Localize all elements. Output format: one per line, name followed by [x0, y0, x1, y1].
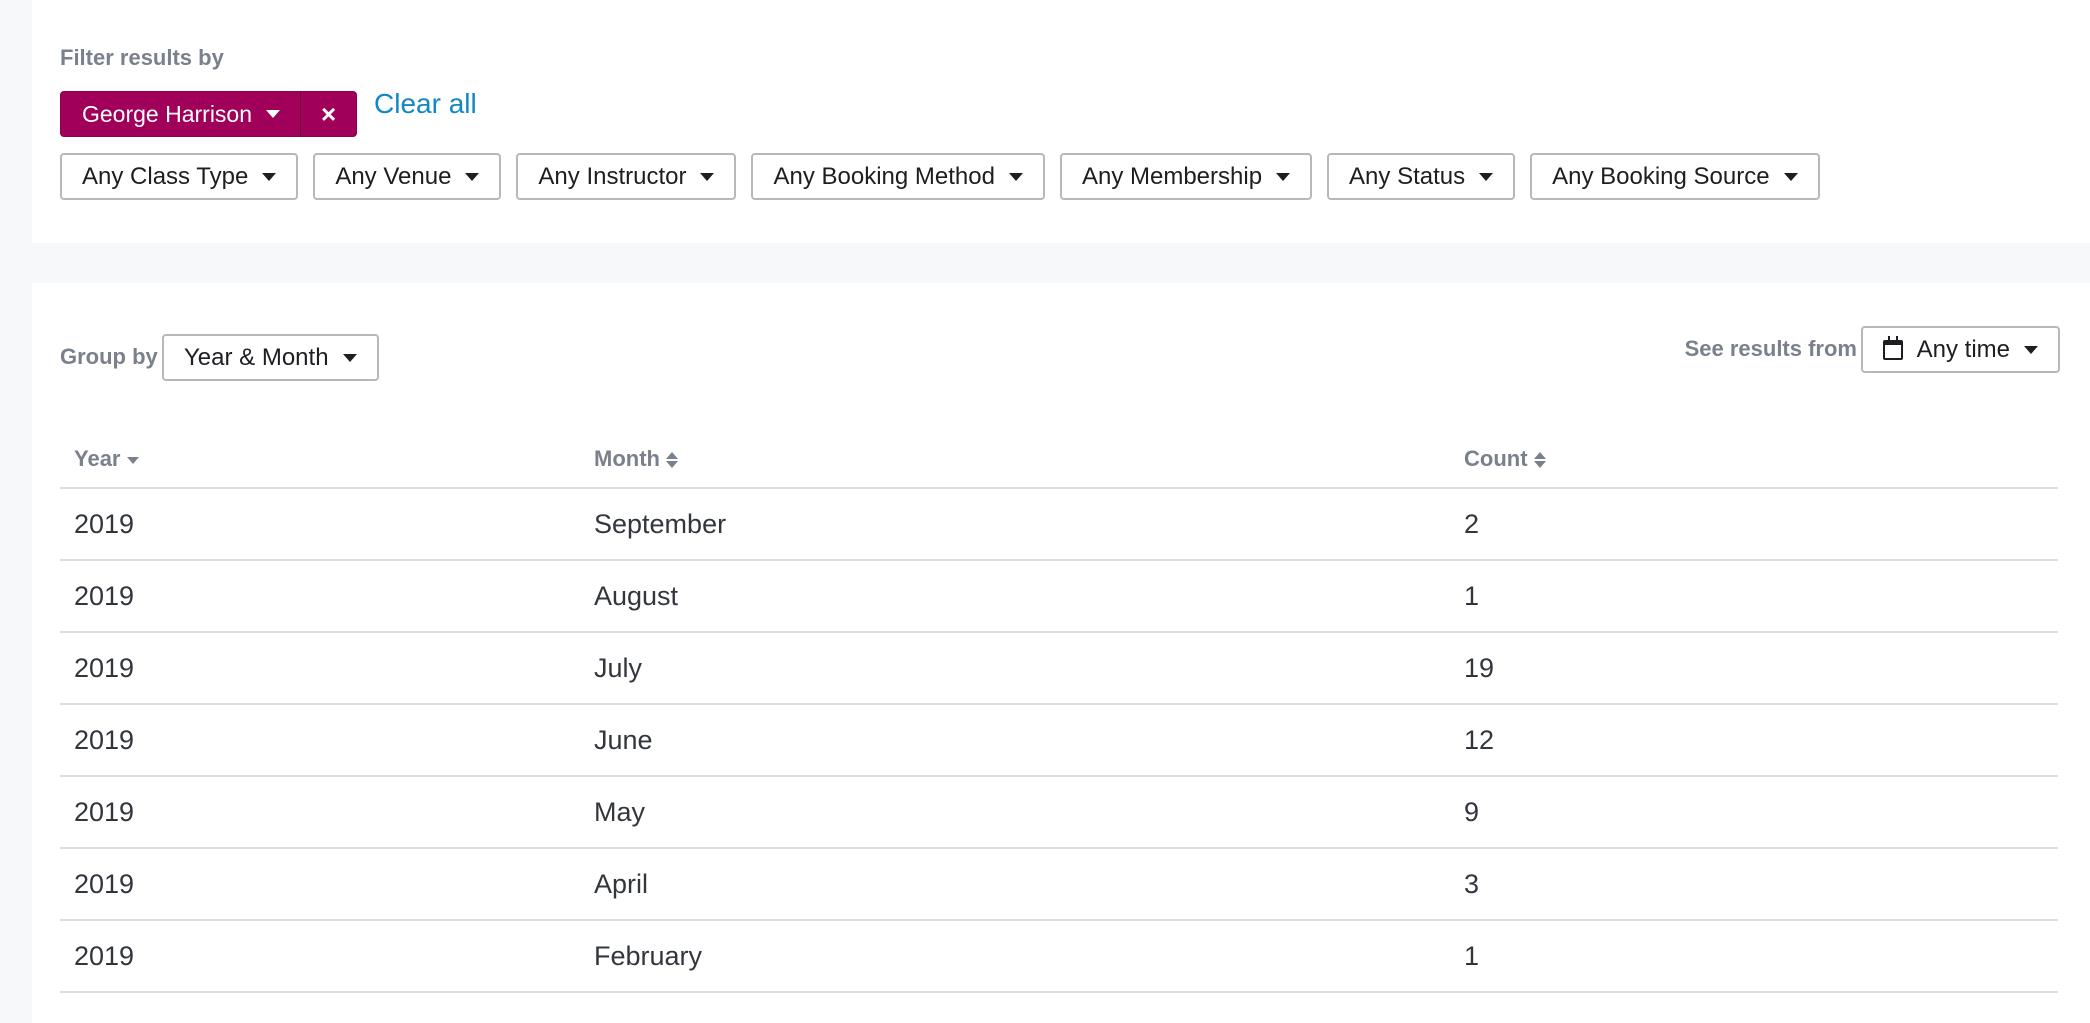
dropdown-label: Year & Month [184, 343, 329, 371]
dropdown-label: Any Instructor [538, 162, 687, 190]
cell-count: 3 [1450, 848, 2058, 921]
dropdown-label: Any Class Type [82, 162, 249, 190]
column-header-count[interactable]: Count [1450, 431, 2058, 489]
instructor-dropdown[interactable]: Any Instructor [516, 153, 737, 200]
cell-month: July [580, 632, 1450, 705]
cell-year: 2019 [60, 704, 580, 777]
table-row: 2019 June 12 [60, 704, 2058, 777]
cell-count: 1 [1450, 560, 2058, 633]
membership-dropdown[interactable]: Any Membership [1059, 153, 1313, 200]
cell-year: 2019 [60, 776, 580, 849]
cell-month: April [580, 848, 1450, 921]
caret-down-icon [2024, 345, 2038, 354]
cell-count: 2 [1450, 488, 2058, 561]
instructor-filter-dropdown[interactable]: George Harrison [61, 92, 302, 136]
header-label: Count [1464, 446, 1528, 471]
group-by-label: Group by [60, 344, 158, 369]
cell-year: 2019 [60, 632, 580, 705]
booking-method-dropdown[interactable]: Any Booking Method [751, 153, 1045, 200]
dropdown-label: Any time [1916, 335, 2010, 363]
header-label: Month [594, 446, 660, 471]
venue-dropdown[interactable]: Any Venue [313, 153, 502, 200]
column-header-year[interactable]: Year [60, 431, 580, 489]
dropdown-label: Any Booking Source [1552, 162, 1770, 190]
cell-count: 1 [1450, 920, 2058, 993]
dropdown-label: Any Venue [335, 162, 452, 190]
caret-down-icon [1479, 172, 1494, 181]
results-panel: Group by Year & Month See results from A… [32, 283, 2090, 1023]
caret-down-icon [1276, 172, 1291, 181]
cell-month: May [580, 776, 1450, 849]
cell-year: 2019 [60, 920, 580, 993]
table-row: 2019 February 1 [60, 920, 2058, 993]
calendar-icon [1882, 335, 1903, 360]
dropdown-label: Any Booking Method [773, 162, 995, 190]
clear-all-link[interactable]: Clear all [374, 88, 477, 120]
cell-month: June [580, 704, 1450, 777]
close-icon: × [320, 98, 337, 129]
table-row: 2019 May 9 [60, 776, 2058, 849]
cell-month: August [580, 560, 1450, 633]
cell-count: 9 [1450, 776, 2058, 849]
cell-month: September [580, 488, 1450, 561]
filters-panel: Filter results by George Harrison × Clea… [32, 0, 2090, 243]
table-header-row: Year Month Count [60, 431, 2058, 489]
caret-down-icon [465, 172, 480, 181]
caret-down-icon [262, 172, 277, 181]
cell-count: 12 [1450, 704, 2058, 777]
date-range-dropdown[interactable]: Any time [1860, 326, 2060, 373]
dropdown-label: Any Membership [1081, 162, 1263, 190]
header-label: Year [74, 446, 121, 471]
booking-source-dropdown[interactable]: Any Booking Source [1530, 153, 1820, 200]
results-table: Year Month Count 2019 September 2 2019 Augus… [60, 431, 2058, 993]
cell-month: February [580, 920, 1450, 993]
filter-dropdowns: Any Class Type Any Venue Any Instructor … [60, 153, 1820, 200]
filter-results-label: Filter results by [60, 45, 224, 70]
chip-label: George Harrison [82, 100, 253, 127]
caret-down-icon [1783, 172, 1798, 181]
dropdown-label: Any Status [1349, 162, 1466, 190]
table-body: 2019 September 2 2019 August 1 2019 July 19 2019 J… [60, 488, 2058, 993]
caret-down-icon [1008, 172, 1023, 181]
sort-descending-icon [126, 456, 139, 464]
cell-count: 19 [1450, 632, 2058, 705]
caret-down-icon [700, 172, 715, 181]
caret-down-icon [266, 110, 281, 118]
cell-year: 2019 [60, 488, 580, 561]
class-type-dropdown[interactable]: Any Class Type [60, 153, 299, 200]
active-filter-chip: George Harrison × [60, 91, 358, 137]
sort-icon [1533, 452, 1546, 469]
cell-year: 2019 [60, 848, 580, 921]
table-row: 2019 September 2 [60, 488, 2058, 561]
remove-filter-button[interactable]: × [301, 92, 356, 136]
caret-down-icon [342, 353, 357, 362]
cell-year: 2019 [60, 560, 580, 633]
table-row: 2019 July 19 [60, 632, 2058, 705]
see-results-from-label: See results from [1684, 336, 1857, 361]
status-dropdown[interactable]: Any Status [1327, 153, 1516, 200]
table-row: 2019 August 1 [60, 560, 2058, 633]
column-header-month[interactable]: Month [580, 431, 1450, 489]
table-row: 2019 April 3 [60, 848, 2058, 921]
group-by-dropdown[interactable]: Year & Month [162, 334, 379, 381]
sort-icon [665, 452, 678, 469]
